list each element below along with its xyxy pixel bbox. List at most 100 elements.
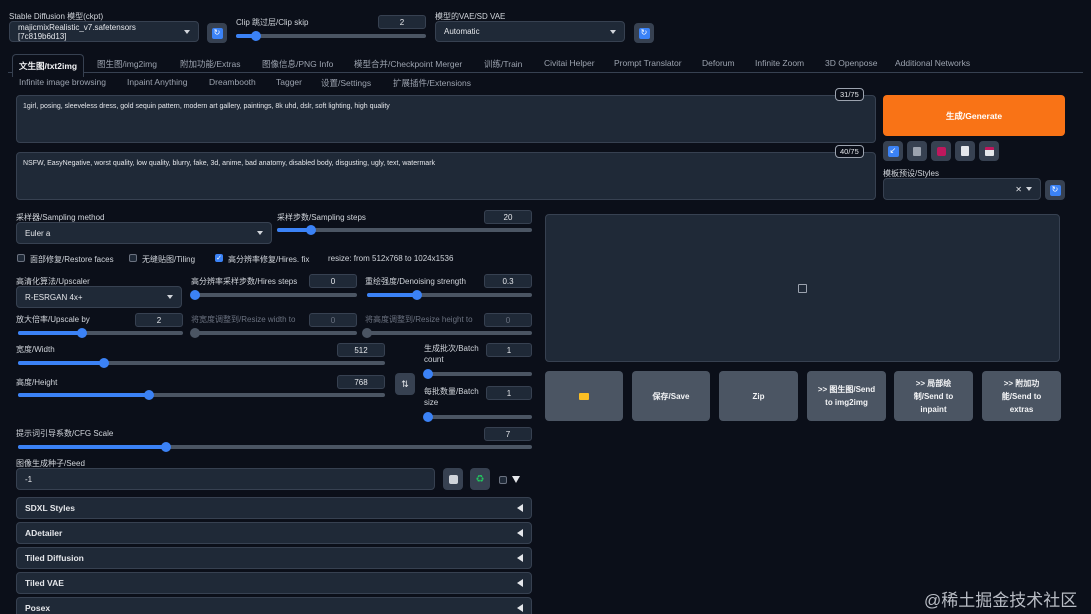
- tab-txt2img[interactable]: 文生图/txt2img: [12, 54, 85, 77]
- vae-dropdown[interactable]: Automatic: [435, 21, 625, 42]
- tab-tagger[interactable]: Tagger: [276, 77, 302, 87]
- send-to-img2img-button[interactable]: >> 图生图/Send to img2img: [807, 371, 886, 421]
- negative-prompt-input[interactable]: NSFW, EasyNegative, worst quality, low q…: [16, 152, 876, 200]
- accordion-label: ADetailer: [25, 528, 63, 538]
- trash-button[interactable]: [907, 141, 927, 161]
- refresh-checkpoint-button[interactable]: ↻: [207, 23, 227, 43]
- upscaler-dropdown[interactable]: R-ESRGAN 4x+: [16, 286, 182, 308]
- chevron-down-icon: [257, 231, 263, 235]
- checkpoint-dropdown[interactable]: majicmixRealistic_v7.safetensors [7c819b…: [9, 21, 199, 42]
- styles-dropdown[interactable]: ✕: [883, 178, 1041, 200]
- tab-settings[interactable]: 设置/Settings: [321, 77, 371, 89]
- send-to-img2img-label: >> 图生图/Send to img2img: [817, 385, 876, 407]
- resize-width-slider[interactable]: [190, 328, 357, 338]
- send-to-inpaint-button[interactable]: >> 局部绘制/Send to inpaint: [894, 371, 973, 421]
- batch-size-input[interactable]: 1: [486, 386, 532, 400]
- cfg-slider[interactable]: [18, 442, 532, 452]
- reuse-seed-button[interactable]: ♻: [470, 468, 490, 490]
- accordion-tiled-vae[interactable]: Tiled VAE: [16, 572, 532, 594]
- tab-img2img[interactable]: 图生图/img2img: [97, 58, 157, 70]
- tab-prompt-translator[interactable]: Prompt Translator: [614, 58, 682, 68]
- accordion-sdxl-styles[interactable]: SDXL Styles: [16, 497, 532, 519]
- height-label: 高度/Height: [16, 378, 58, 387]
- triangle-left-icon: [517, 579, 523, 587]
- tab-infinite-zoom[interactable]: Infinite Zoom: [755, 58, 804, 68]
- tab-inpaint-anything[interactable]: Inpaint Anything: [127, 77, 188, 87]
- tab-checkpoint-merger[interactable]: 模型合并/Checkpoint Merger: [354, 58, 462, 70]
- tiling-checkbox[interactable]: [129, 254, 137, 262]
- hires-steps-input[interactable]: 0: [309, 274, 357, 288]
- tab-train[interactable]: 训练/Train: [484, 58, 522, 70]
- hires-steps-label: 高分辨率采样步数/Hires steps: [191, 277, 298, 286]
- seed-input[interactable]: -1: [16, 468, 435, 490]
- resize-width-input[interactable]: 0: [309, 313, 357, 327]
- refresh-vae-button[interactable]: ↻: [634, 23, 654, 43]
- tab-extensions[interactable]: 扩展插件/Extensions: [393, 77, 471, 89]
- tab-3d-openpose[interactable]: 3D Openpose: [825, 58, 877, 68]
- denoising-input[interactable]: 0.3: [484, 274, 532, 288]
- clipboard-button[interactable]: [955, 141, 975, 161]
- zip-button[interactable]: Zip: [719, 371, 798, 421]
- triangle-down-icon[interactable]: [512, 476, 520, 483]
- batch-count-input[interactable]: 1: [486, 343, 532, 357]
- clear-icon[interactable]: ✕: [1015, 185, 1022, 194]
- tab-deforum[interactable]: Deforum: [702, 58, 735, 68]
- sampling-method-dropdown[interactable]: Euler a: [16, 222, 272, 244]
- tab-civitai-helper[interactable]: Civitai Helper: [544, 58, 595, 68]
- dice-icon: [448, 474, 458, 484]
- positive-prompt-input[interactable]: 1girl, posing, sleeveless dress, gold se…: [16, 95, 876, 143]
- width-slider[interactable]: [18, 358, 385, 368]
- batch-count-slider[interactable]: [423, 369, 532, 379]
- accordion-posex[interactable]: Posex: [16, 597, 532, 614]
- refresh-icon: ↻: [211, 27, 223, 39]
- extra-networks-button[interactable]: [931, 141, 951, 161]
- refresh-styles-button[interactable]: ↻: [1045, 180, 1065, 200]
- read-params-button[interactable]: ↙: [883, 141, 903, 161]
- tab-png-info[interactable]: 图像信息/PNG Info: [262, 58, 333, 70]
- tab-infinite-image-browsing[interactable]: Infinite image browsing: [19, 77, 106, 87]
- cfg-input[interactable]: 7: [484, 427, 532, 441]
- chevron-down-icon: [610, 29, 616, 34]
- chevron-down-icon: [167, 295, 173, 299]
- random-seed-button[interactable]: [443, 468, 463, 490]
- swap-dimensions-button[interactable]: ⇅: [395, 373, 415, 395]
- generate-button[interactable]: 生成/Generate: [883, 95, 1065, 136]
- upscale-by-input[interactable]: 2: [135, 313, 183, 327]
- height-input[interactable]: 768: [337, 375, 385, 389]
- restore-faces-label: 面部修复/Restore faces: [30, 255, 114, 264]
- tab-dreambooth[interactable]: Dreambooth: [209, 77, 256, 87]
- batch-size-label: 每批数量/Batch size: [424, 387, 479, 407]
- chevron-down-icon: [1026, 187, 1032, 191]
- seed-value: -1: [25, 474, 33, 484]
- extra-seed-checkbox[interactable]: [499, 476, 507, 484]
- clipboard-icon: [961, 146, 969, 156]
- batch-size-slider[interactable]: [423, 412, 532, 422]
- clip-skip-input[interactable]: 2: [378, 15, 426, 29]
- accordion-adetailer[interactable]: ADetailer: [16, 522, 532, 544]
- tab-extras[interactable]: 附加功能/Extras: [180, 58, 240, 70]
- resize-height-slider[interactable]: [362, 328, 532, 338]
- hires-fix-checkbox[interactable]: ✓: [215, 254, 223, 262]
- tab-additional-networks[interactable]: Additional Networks: [895, 58, 970, 68]
- resize-width-label: 将宽度调整到/Resize width to: [191, 315, 296, 324]
- hires-steps-slider[interactable]: [190, 290, 357, 300]
- clip-skip-slider[interactable]: [236, 31, 426, 41]
- width-input[interactable]: 512: [337, 343, 385, 357]
- height-slider[interactable]: [18, 390, 385, 400]
- sampling-steps-input[interactable]: 20: [484, 210, 532, 224]
- open-folder-button[interactable]: [545, 371, 623, 421]
- accordion-tiled-diffusion[interactable]: Tiled Diffusion: [16, 547, 532, 569]
- resize-height-input[interactable]: 0: [484, 313, 532, 327]
- cfg-label: 提示词引导系数/CFG Scale: [16, 429, 114, 438]
- upscaler-value: R-ESRGAN 4x+: [25, 292, 83, 302]
- send-to-extras-button[interactable]: >> 附加功能/Send to extras: [982, 371, 1061, 421]
- denoising-slider[interactable]: [367, 290, 532, 300]
- denoising-label: 重绘强度/Denoising strength: [365, 277, 466, 286]
- upscale-by-slider[interactable]: [18, 328, 183, 338]
- triangle-left-icon: [517, 504, 523, 512]
- restore-faces-checkbox[interactable]: [17, 254, 25, 262]
- save-style-button[interactable]: [979, 141, 999, 161]
- save-button[interactable]: 保存/Save: [632, 371, 710, 421]
- resize-height-label: 将高度调整到/Resize height to: [365, 315, 473, 324]
- sampling-steps-slider[interactable]: [277, 225, 532, 235]
